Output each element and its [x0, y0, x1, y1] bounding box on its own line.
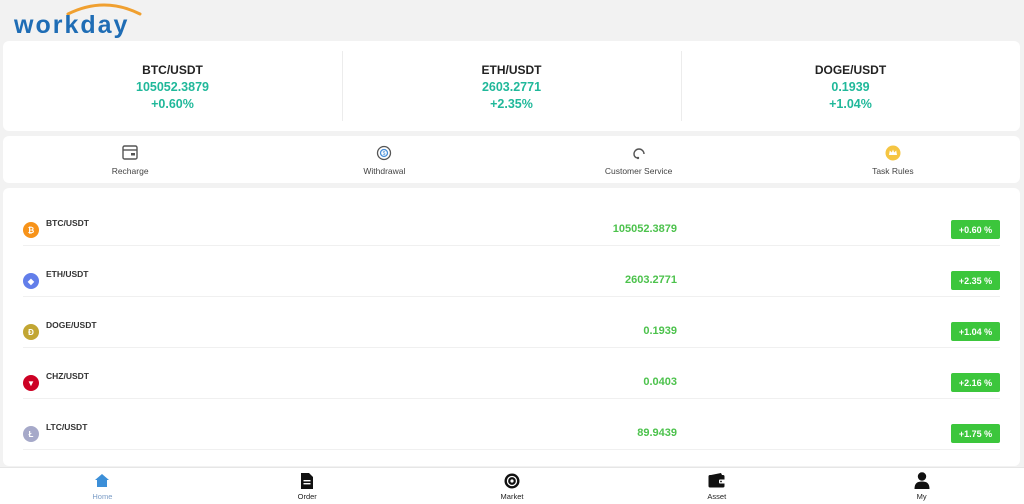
headset-icon [630, 144, 648, 162]
ticker-eth[interactable]: ETH/USDT 2603.2771 +2.35% [342, 41, 681, 131]
nav-order[interactable]: Order [205, 468, 410, 504]
nav-home-label: Home [92, 491, 113, 501]
nav-home[interactable]: Home [0, 468, 205, 504]
recharge-label: Recharge [111, 165, 149, 176]
market-pair: ETH/USDT [46, 269, 89, 279]
market-pair: CHZ/USDT [46, 371, 89, 381]
dogecoin-icon: Ð [23, 324, 39, 340]
market-price: 89.9439 [637, 427, 677, 439]
svg-text:$: $ [383, 151, 386, 157]
ticker-pair: ETH/USDT [481, 63, 542, 77]
nav-market-label: Market [500, 491, 524, 501]
chiliz-icon: ▼ [23, 375, 39, 391]
ticker-price: 0.1939 [831, 80, 870, 94]
change-badge: +1.04 % [951, 322, 1000, 341]
task-rules-label: Task Rules [872, 165, 914, 176]
ticker-price: 105052.3879 [136, 80, 209, 94]
nav-my-label: My [916, 491, 927, 501]
wallet-icon [708, 472, 726, 490]
bottom-nav: Home Order Market Asset My [0, 467, 1024, 504]
ticker-card: BTC/USDT 105052.3879 +0.60% ETH/USDT 260… [3, 41, 1020, 131]
nav-my[interactable]: My [819, 468, 1024, 504]
market-price: 0.1939 [643, 325, 677, 337]
ticker-change: +2.35% [490, 97, 533, 111]
svg-text:workday: workday [13, 11, 129, 38]
change-badge: +1.75 % [951, 424, 1000, 443]
market-price: 105052.3879 [612, 223, 677, 235]
nav-market[interactable]: Market [410, 468, 615, 504]
ticker-change: +1.04% [829, 97, 872, 111]
market-price: 0.0403 [643, 376, 677, 388]
coin-withdraw-icon: $ [375, 144, 393, 162]
person-icon [913, 472, 931, 490]
change-badge: +0.60 % [951, 220, 1000, 239]
market-pair: LTC/USDT [46, 422, 88, 432]
document-icon [298, 472, 316, 490]
ticker-price: 2603.2771 [481, 80, 542, 94]
crown-badge-icon [884, 144, 902, 162]
quick-actions: Recharge $ Withdrawal Customer Service T… [3, 136, 1020, 183]
market-row-ltc[interactable]: Ł LTC/USDT 89.9439 +1.75 % [23, 399, 1000, 450]
ticker-pair: DOGE/USDT [814, 63, 887, 77]
nav-asset[interactable]: Asset [614, 468, 819, 504]
market-row-eth[interactable]: ◆ ETH/USDT 2603.2771 +2.35 % [23, 246, 1000, 297]
market-list: ₿ BTC/USDT 105052.3879 +0.60 % ◆ ETH/USD… [3, 188, 1020, 466]
withdrawal-button[interactable]: $ Withdrawal [257, 136, 511, 183]
task-rules-button[interactable]: Task Rules [766, 136, 1020, 183]
workday-logo[interactable]: workday [12, 2, 187, 38]
ethereum-icon: ◆ [23, 273, 39, 289]
ticker-change: +0.60% [151, 97, 194, 111]
market-row-chz[interactable]: ▼ CHZ/USDT 0.0403 +2.16 % [23, 348, 1000, 399]
customer-service-label: Customer Service [604, 165, 673, 176]
litecoin-icon: Ł [23, 426, 39, 442]
customer-service-button[interactable]: Customer Service [512, 136, 766, 183]
withdrawal-label: Withdrawal [363, 165, 406, 176]
market-row-btc[interactable]: ₿ BTC/USDT 105052.3879 +0.60 % [23, 195, 1000, 246]
change-badge: +2.35 % [951, 271, 1000, 290]
header: workday [0, 0, 1024, 40]
wallet-card-icon [121, 144, 139, 162]
nav-order-label: Order [297, 491, 317, 501]
recharge-button[interactable]: Recharge [3, 136, 257, 183]
change-badge: +2.16 % [951, 373, 1000, 392]
home-icon [93, 472, 111, 490]
market-price: 2603.2771 [625, 274, 677, 286]
market-pair: BTC/USDT [46, 218, 89, 228]
market-pair: DOGE/USDT [46, 320, 97, 330]
ticker-btc[interactable]: BTC/USDT 105052.3879 +0.60% [3, 41, 342, 131]
nav-asset-label: Asset [707, 491, 727, 501]
ticker-pair: BTC/USDT [142, 63, 203, 77]
ticker-doge[interactable]: DOGE/USDT 0.1939 +1.04% [681, 41, 1020, 131]
market-icon [503, 472, 521, 490]
bitcoin-icon: ₿ [23, 222, 39, 238]
market-row-doge[interactable]: Ð DOGE/USDT 0.1939 +1.04 % [23, 297, 1000, 348]
